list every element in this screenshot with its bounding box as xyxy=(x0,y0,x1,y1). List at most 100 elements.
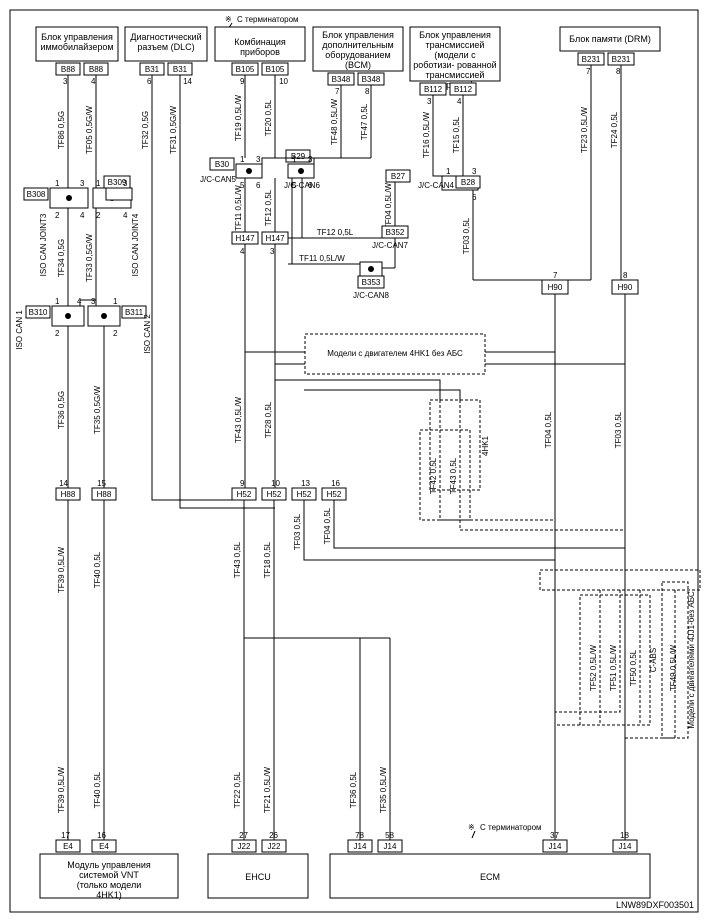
svg-text:J14: J14 xyxy=(619,842,632,851)
svg-text:3: 3 xyxy=(270,247,275,256)
svg-text:B112: B112 xyxy=(424,85,443,94)
svg-text:B27: B27 xyxy=(391,172,406,181)
svg-text:EHCU: EHCU xyxy=(245,872,271,882)
svg-text:H52: H52 xyxy=(297,490,312,499)
pin: 6 xyxy=(147,77,152,86)
conn-B88a: B88 xyxy=(56,63,80,75)
wire-label: TF47 0,5L xyxy=(360,103,369,140)
header-note: С терминатором xyxy=(237,15,299,24)
svg-text:13: 13 xyxy=(301,479,310,488)
svg-text:B231: B231 xyxy=(612,55,631,64)
svg-text:10: 10 xyxy=(271,479,280,488)
conn-J22a: J22 xyxy=(232,840,256,852)
svg-text:TF03 0,5L: TF03 0,5L xyxy=(614,411,623,448)
wire-label: TF35 0,5G/W xyxy=(93,386,102,434)
pin: 7 xyxy=(335,87,340,96)
wire-label: TF34 0,5G xyxy=(57,239,66,277)
conn-H88b: H88 xyxy=(92,488,116,500)
conn-B231a: B231 xyxy=(578,53,604,65)
pin: 4 xyxy=(91,77,96,86)
conn-J14c: J14 xyxy=(543,840,567,852)
svg-text:8: 8 xyxy=(623,271,628,280)
conn-H147a: H147 xyxy=(232,232,258,244)
svg-text:58: 58 xyxy=(385,831,394,840)
svg-text:TF43 0,5L: TF43 0,5L xyxy=(449,457,458,494)
pin: 3 xyxy=(63,77,68,86)
svg-text:16: 16 xyxy=(331,479,340,488)
conn-B353: B353 xyxy=(358,262,384,288)
svg-text:1: 1 xyxy=(55,297,60,306)
svg-text:ISO CAN 1: ISO CAN 1 xyxy=(15,310,24,350)
svg-text:J14: J14 xyxy=(549,842,562,851)
svg-text:3: 3 xyxy=(256,155,261,164)
wire-label: TF36 0,5G xyxy=(57,391,66,429)
svg-text:B112: B112 xyxy=(454,85,473,94)
svg-text:TF51 0,5L/W: TF51 0,5L/W xyxy=(609,644,618,691)
wire-label: TF33 0,5G/W xyxy=(85,234,94,282)
svg-text:TF39 0,5L/W: TF39 0,5L/W xyxy=(57,546,66,593)
svg-text:3: 3 xyxy=(472,167,477,176)
svg-text:18: 18 xyxy=(620,831,629,840)
svg-text:H90: H90 xyxy=(548,283,563,292)
svg-text:H88: H88 xyxy=(97,490,112,499)
svg-text:2: 2 xyxy=(96,211,101,220)
conn-B31a: B31 xyxy=(140,63,164,75)
conn-H147b: H147 xyxy=(262,232,288,244)
svg-text:3: 3 xyxy=(308,155,313,164)
svg-text:78: 78 xyxy=(355,831,364,840)
conn-B31b: B31 xyxy=(168,63,192,75)
svg-text:ECM: ECM xyxy=(480,872,500,882)
svg-text:Блок памяти (DRM): Блок памяти (DRM) xyxy=(569,34,651,44)
conn-B112b: B112 xyxy=(450,83,476,95)
svg-text:TF22 0,5L: TF22 0,5L xyxy=(233,771,242,808)
svg-text:B105: B105 xyxy=(266,65,285,74)
conn-H52d: H52 xyxy=(322,488,346,500)
svg-text:H52: H52 xyxy=(267,490,282,499)
svg-text:4: 4 xyxy=(240,247,245,256)
svg-text:TF04 0,5L/W: TF04 0,5L/W xyxy=(384,182,393,229)
wire-label: TF19 0,5L/W xyxy=(234,94,243,141)
svg-text:B28: B28 xyxy=(461,178,476,187)
conn-B348a: B348 xyxy=(328,73,354,85)
pin: 14 xyxy=(183,77,192,86)
wire-label: TF16 0,5L/W xyxy=(422,111,431,158)
svg-text:14: 14 xyxy=(59,479,68,488)
top-box-amt: Блок управлениятрансмиссией(модели сробо… xyxy=(410,27,500,90)
svg-text:B348: B348 xyxy=(362,75,381,84)
pin: 4 xyxy=(457,97,462,106)
conn-B348b: B348 xyxy=(358,73,384,85)
conn-H52b: H52 xyxy=(262,488,286,500)
svg-text:B310: B310 xyxy=(29,308,48,317)
top-box-drm: Блок памяти (DRM) xyxy=(560,27,660,51)
svg-text:TF11 0,5L/W: TF11 0,5L/W xyxy=(299,254,345,263)
svg-text:27: 27 xyxy=(239,831,248,840)
wire-label: TF23 0,5L/W xyxy=(580,106,589,153)
svg-text:ISO CAN JOINT4: ISO CAN JOINT4 xyxy=(131,213,140,276)
svg-text:ISO CAN JOINT3: ISO CAN JOINT3 xyxy=(39,213,48,276)
svg-text:J22: J22 xyxy=(268,842,281,851)
svg-text:2: 2 xyxy=(55,329,60,338)
conn-E4a: E4 xyxy=(56,840,80,852)
svg-text:6: 6 xyxy=(308,181,313,190)
footer-id: LNW89DXF003501 xyxy=(616,900,694,910)
pin: 7 xyxy=(586,67,591,76)
svg-text:B105: B105 xyxy=(236,65,255,74)
svg-text:J14: J14 xyxy=(384,842,397,851)
pin: 3 xyxy=(427,97,432,106)
conn-H90b: H90 xyxy=(612,280,638,294)
conn-H88a: H88 xyxy=(56,488,80,500)
svg-text:TF50 0,5L: TF50 0,5L xyxy=(629,649,638,686)
svg-text:4HK1: 4HK1 xyxy=(481,435,490,456)
svg-text:C-ABS: C-ABS xyxy=(649,648,658,672)
top-box-cluster: Комбинацияприборов xyxy=(215,27,305,61)
wire-label: TF20 0,5L xyxy=(264,99,273,136)
svg-text:J/C-CAN4: J/C-CAN4 xyxy=(418,181,455,190)
conn-B88b: B88 xyxy=(84,63,108,75)
conn-H52a: H52 xyxy=(232,488,256,500)
svg-text:B308: B308 xyxy=(27,190,46,199)
svg-text:9: 9 xyxy=(240,479,245,488)
svg-text:5: 5 xyxy=(292,181,297,190)
wire-label: TF24 0,5L xyxy=(610,111,619,148)
svg-text:37: 37 xyxy=(550,831,559,840)
conn-B231b: B231 xyxy=(608,53,634,65)
